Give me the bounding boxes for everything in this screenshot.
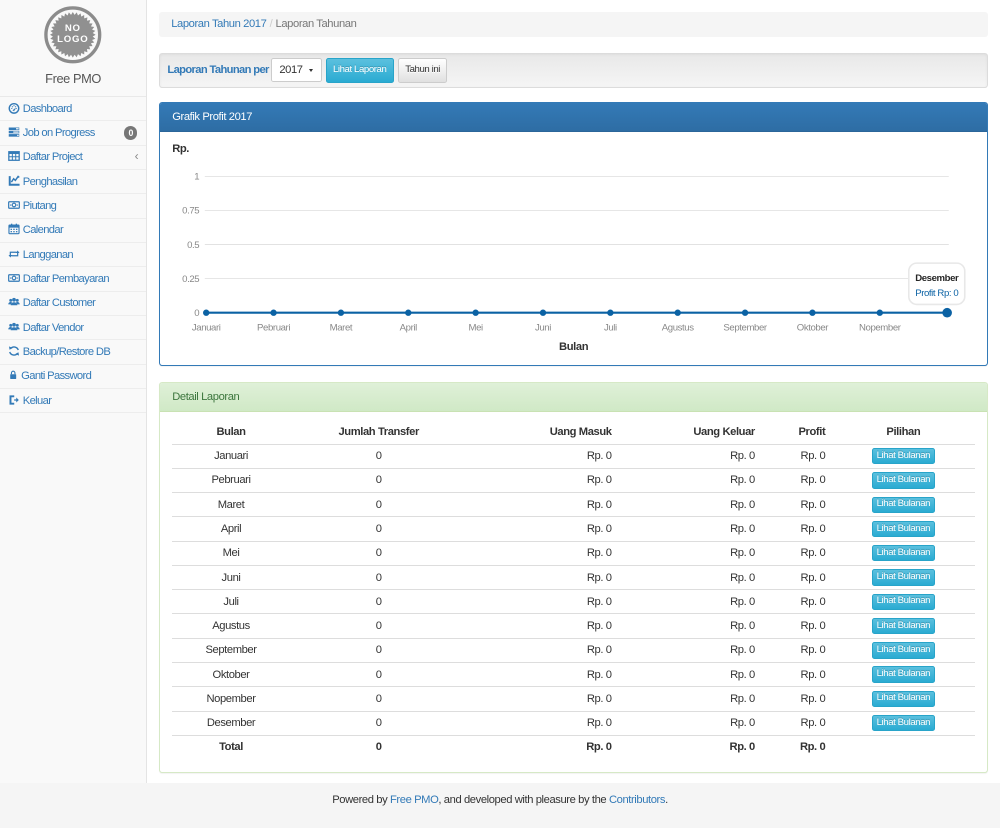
- svg-text:Oktober: Oktober: [797, 322, 829, 333]
- svg-text:0: 0: [194, 308, 199, 319]
- svg-text:NO: NO: [65, 23, 81, 34]
- svg-text:0.25: 0.25: [182, 274, 199, 285]
- svg-text:Nopember: Nopember: [859, 322, 902, 333]
- svg-text:LOGO: LOGO: [57, 34, 88, 45]
- svg-text:Juni: Juni: [535, 322, 551, 333]
- svg-text:Juli: Juli: [604, 322, 617, 333]
- svg-text:0.5: 0.5: [187, 240, 199, 251]
- svg-text:September: September: [724, 322, 768, 333]
- svg-text:Profit Rp: 0: Profit Rp: 0: [915, 288, 958, 299]
- svg-text:0.75: 0.75: [182, 206, 199, 217]
- svg-text:April: April: [400, 322, 417, 333]
- svg-text:Pebruari: Pebruari: [257, 322, 290, 333]
- svg-text:Januari: Januari: [192, 322, 221, 333]
- svg-text:Agustus: Agustus: [662, 322, 694, 333]
- svg-text:Maret: Maret: [330, 322, 353, 333]
- svg-text:Desember: Desember: [915, 273, 959, 284]
- svg-text:1: 1: [194, 171, 199, 182]
- svg-text:Mei: Mei: [469, 322, 484, 333]
